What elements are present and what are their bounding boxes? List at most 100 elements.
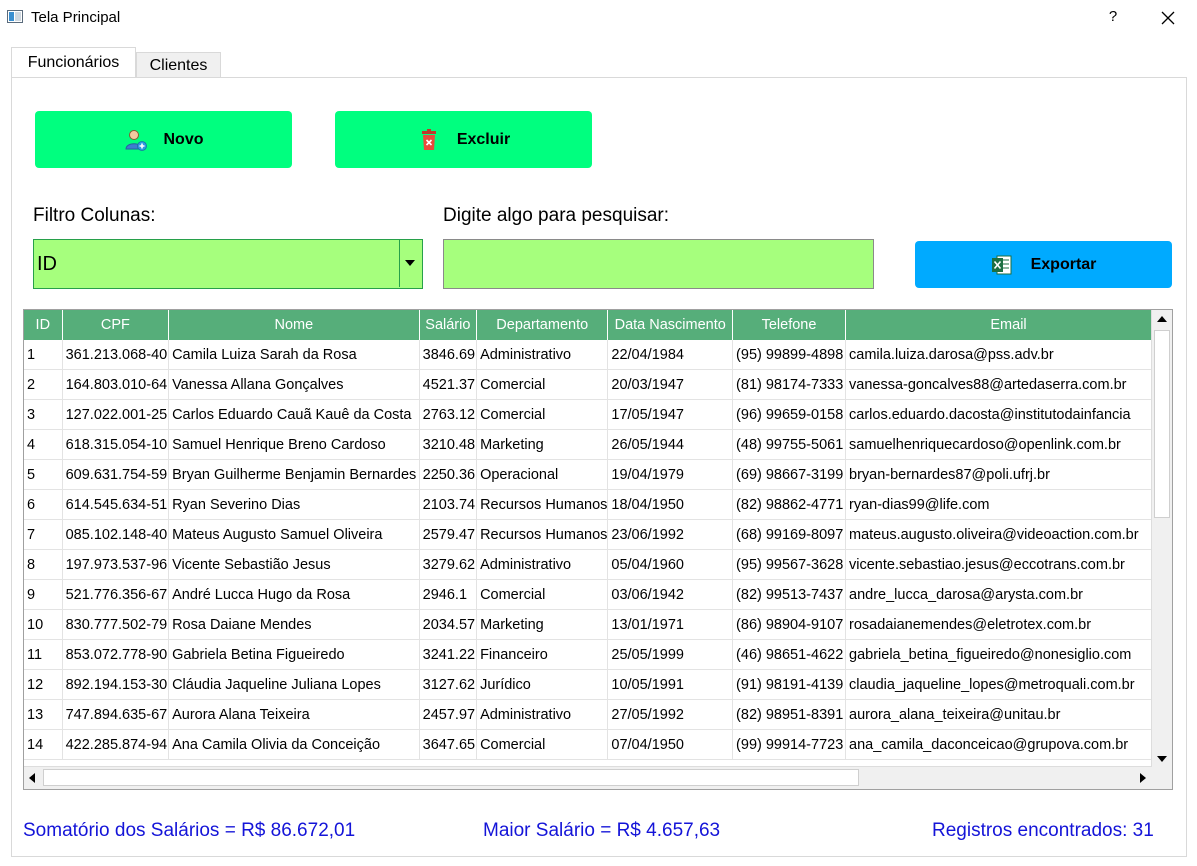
table-cell[interactable]: 197.973.537-96 (62, 549, 170, 580)
table-cell[interactable]: André Lucca Hugo da Rosa (168, 579, 420, 610)
table-row[interactable]: 10 830.777.502-79 Rosa Daiane Mendes 2034.5… (24, 609, 1172, 640)
table-cell[interactable]: 03/06/1942 (607, 579, 734, 610)
table-cell[interactable]: ana_camila_daconceicao@grupova.com.br (845, 729, 1172, 760)
table-cell[interactable]: 422.285.874-94 (62, 729, 170, 760)
table-row[interactable]: 6 614.545.634-51 Ryan Severino Dias 2103.74… (24, 489, 1172, 520)
table-row[interactable]: 4 618.315.054-10 Samuel Henrique Breno Car… (24, 429, 1172, 460)
table-cell[interactable]: Recursos Humanos (476, 489, 609, 520)
table-cell[interactable]: 2 (24, 369, 63, 400)
table-cell[interactable]: 20/03/1947 (607, 369, 734, 400)
table-cell[interactable]: Administrativo (476, 549, 609, 580)
table-cell[interactable]: Financeiro (476, 639, 609, 670)
table-cell[interactable]: carlos.eduardo.dacosta@institutodainfanc… (845, 399, 1172, 430)
table-cell[interactable]: ryan-dias99@life.com (845, 489, 1172, 520)
table-cell[interactable]: Comercial (476, 369, 609, 400)
table-cell[interactable]: Administrativo (476, 699, 609, 730)
table-cell[interactable]: 618.315.054-10 (62, 429, 170, 460)
table-cell[interactable]: 25/05/1999 (607, 639, 734, 670)
table-cell[interactable]: 2457.97 (419, 699, 478, 730)
table-cell[interactable]: 2034.57 (419, 609, 478, 640)
employees-table[interactable]: ID CPF Nome Salário Departamento Data Nascime… (23, 309, 1173, 790)
table-cell[interactable]: 26/05/1944 (607, 429, 734, 460)
table-cell[interactable]: 12 (24, 669, 63, 700)
table-row[interactable]: 7 085.102.148-40 Mateus Augusto Samuel Oli… (24, 519, 1172, 550)
table-cell[interactable]: 6 (24, 489, 63, 520)
scroll-up-icon[interactable] (1157, 316, 1167, 323)
column-filter-select[interactable]: ID (33, 239, 423, 289)
table-cell[interactable]: 8 (24, 549, 63, 580)
table-cell[interactable]: 3846.69 (419, 340, 478, 370)
table-cell[interactable]: vanessa-goncalves88@artedaserra.com.br (845, 369, 1172, 400)
table-cell[interactable]: Jurídico (476, 669, 609, 700)
table-cell[interactable]: rosadaianemendes@eletrotex.com.br (845, 609, 1172, 640)
table-cell[interactable]: Samuel Henrique Breno Cardoso (168, 429, 420, 460)
table-cell[interactable]: 5 (24, 459, 63, 490)
table-cell[interactable]: (96) 99659-0158 (732, 399, 847, 430)
help-button[interactable]: ? (1103, 6, 1123, 28)
table-cell[interactable]: (95) 99567-3628 (732, 549, 847, 580)
table-row[interactable]: 14 422.285.874-94 Ana Camila Olivia da Con… (24, 729, 1172, 760)
column-header[interactable]: CPF (62, 310, 170, 340)
table-cell[interactable]: Ana Camila Olivia da Conceição (168, 729, 420, 760)
close-button[interactable] (1157, 5, 1179, 29)
table-cell[interactable]: 27/05/1992 (607, 699, 734, 730)
table-row[interactable]: 5 609.631.754-59 Bryan Guilherme Benjamin … (24, 459, 1172, 490)
column-header[interactable]: Telefone (732, 310, 847, 340)
scroll-down-icon[interactable] (1157, 756, 1167, 763)
table-cell[interactable]: 747.894.635-67 (62, 699, 170, 730)
vertical-scrollbar[interactable] (1151, 310, 1172, 767)
tab-funcionarios[interactable]: Funcionários (11, 47, 136, 77)
table-cell[interactable]: 609.631.754-59 (62, 459, 170, 490)
table-cell[interactable]: camila.luiza.darosa@pss.adv.br (845, 340, 1172, 370)
table-cell[interactable]: 2763.12 (419, 399, 478, 430)
table-cell[interactable]: 22/04/1984 (607, 340, 734, 370)
table-cell[interactable]: Cláudia Jaqueline Juliana Lopes (168, 669, 420, 700)
column-header[interactable]: Nome (168, 310, 420, 340)
table-cell[interactable]: Carlos Eduardo Cauã Kauê da Costa (168, 399, 420, 430)
table-cell[interactable]: (81) 98174-7333 (732, 369, 847, 400)
table-cell[interactable]: claudia_jaqueline_lopes@metroquali.com.b… (845, 669, 1172, 700)
table-cell[interactable]: 14 (24, 729, 63, 760)
table-cell[interactable]: 23/06/1992 (607, 519, 734, 550)
table-cell[interactable]: Bryan Guilherme Benjamin Bernardes (168, 459, 420, 490)
table-cell[interactable]: Camila Luiza Sarah da Rosa (168, 340, 420, 370)
tab-clientes[interactable]: Clientes (136, 52, 221, 77)
table-cell[interactable]: Vanessa Allana Gonçalves (168, 369, 420, 400)
new-button[interactable]: Novo (35, 111, 292, 168)
table-cell[interactable]: 830.777.502-79 (62, 609, 170, 640)
table-row[interactable]: 12 892.194.153-30 Cláudia Jaqueline Julian… (24, 669, 1172, 700)
table-cell[interactable]: 2946.1 (419, 579, 478, 610)
table-cell[interactable]: (91) 98191-4139 (732, 669, 847, 700)
table-row[interactable]: 11 853.072.778-90 Gabriela Betina Figueire… (24, 639, 1172, 670)
horizontal-scrollbar[interactable] (24, 766, 1152, 789)
table-cell[interactable]: 9 (24, 579, 63, 610)
table-cell[interactable]: (48) 99755-5061 (732, 429, 847, 460)
table-cell[interactable]: samuelhenriquecardoso@openlink.com.br (845, 429, 1172, 460)
table-row[interactable]: 8 197.973.537-96 Vicente Sebastião Jesus 32… (24, 549, 1172, 580)
table-cell[interactable]: Mateus Augusto Samuel Oliveira (168, 519, 420, 550)
table-cell[interactable]: 3647.65 (419, 729, 478, 760)
delete-button[interactable]: Excluir (335, 111, 592, 168)
table-cell[interactable]: andre_lucca_darosa@arysta.com.br (845, 579, 1172, 610)
column-header[interactable]: Departamento (476, 310, 609, 340)
table-cell[interactable]: 05/04/1960 (607, 549, 734, 580)
vertical-scroll-thumb[interactable] (1154, 330, 1170, 518)
table-cell[interactable]: 3241.22 (419, 639, 478, 670)
column-header[interactable]: Email (845, 310, 1172, 340)
table-cell[interactable]: Marketing (476, 429, 609, 460)
table-cell[interactable]: Vicente Sebastião Jesus (168, 549, 420, 580)
table-cell[interactable]: 11 (24, 639, 63, 670)
table-cell[interactable]: (82) 98951-8391 (732, 699, 847, 730)
table-cell[interactable]: 13 (24, 699, 63, 730)
table-cell[interactable]: 3127.62 (419, 669, 478, 700)
table-cell[interactable]: 2103.74 (419, 489, 478, 520)
table-cell[interactable]: 1 (24, 340, 63, 370)
table-cell[interactable]: aurora_alana_teixeira@unitau.br (845, 699, 1172, 730)
table-cell[interactable]: bryan-bernardes87@poli.ufrj.br (845, 459, 1172, 490)
table-cell[interactable]: 07/04/1950 (607, 729, 734, 760)
table-cell[interactable]: 2250.36 (419, 459, 478, 490)
table-cell[interactable]: Operacional (476, 459, 609, 490)
table-cell[interactable]: 19/04/1979 (607, 459, 734, 490)
table-cell[interactable]: 2579.47 (419, 519, 478, 550)
scroll-right-icon[interactable] (1140, 773, 1147, 783)
